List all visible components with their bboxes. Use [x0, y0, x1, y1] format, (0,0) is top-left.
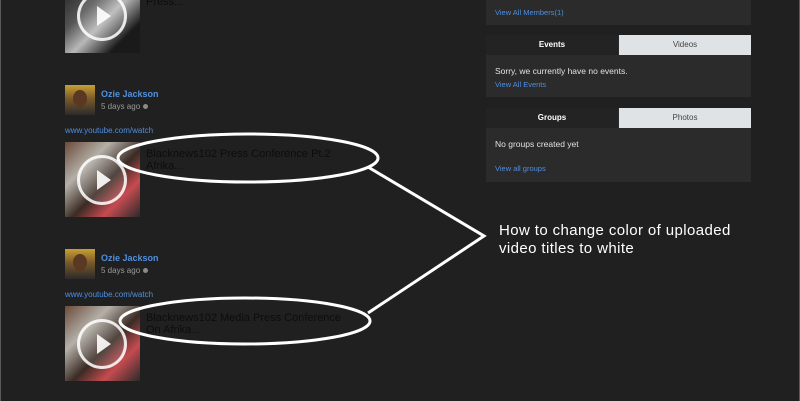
annotation-arrow: [367, 165, 487, 315]
annotation-overlay: [116, 132, 487, 346]
annotation-ellipse: [116, 132, 380, 184]
annotation-ellipse: [118, 296, 372, 346]
annotation-line: video titles to white: [499, 240, 635, 257]
annotation-text: How to change color of uploaded video ti…: [499, 222, 779, 258]
annotation-line: How to change color of uploaded: [499, 222, 731, 239]
